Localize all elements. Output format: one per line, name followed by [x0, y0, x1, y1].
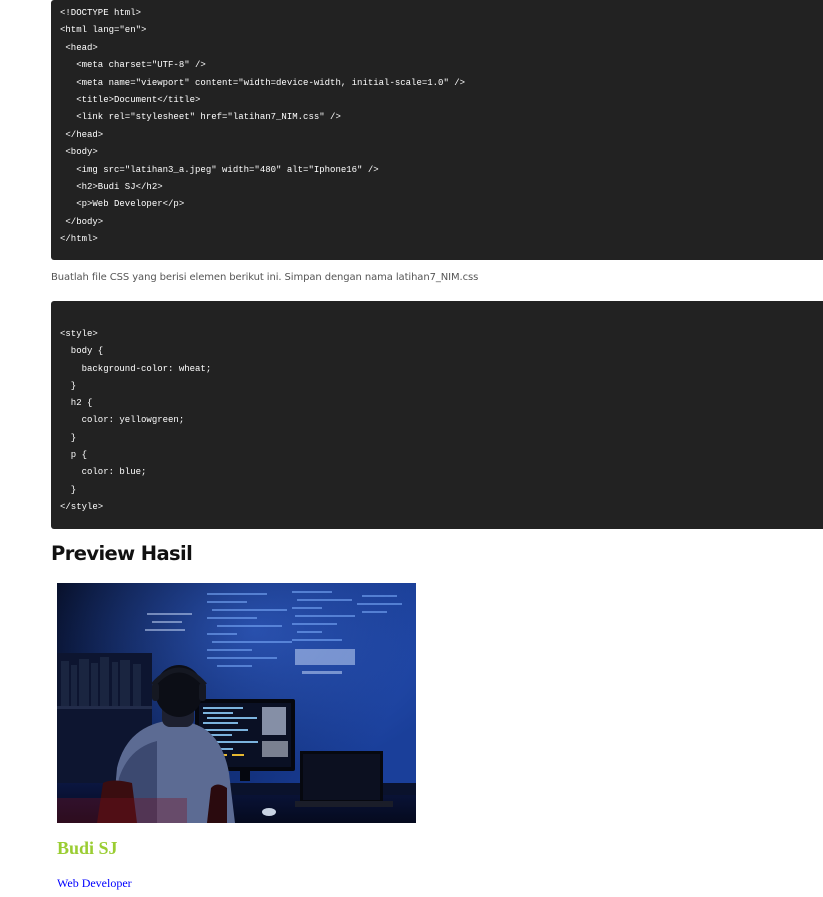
code-line: <h2>Budi SJ</h2> — [60, 181, 163, 192]
html-code-block: <!DOCTYPE html> <html lang="en"> <head> … — [51, 0, 823, 260]
instruction-text: Buatlah file CSS yang berisi elemen beri… — [51, 272, 479, 283]
preview-role-text: Web Developer — [57, 876, 132, 890]
preview-name-heading: Budi SJ — [57, 838, 118, 858]
code-line: background-color: wheat; — [60, 363, 212, 374]
code-line: </head> — [60, 129, 104, 140]
code-line: } — [60, 432, 77, 443]
code-line: color: yellowgreen; — [60, 415, 185, 426]
code-line: <style> — [60, 329, 98, 339]
code-line: <meta name="viewport" content="width=dev… — [60, 77, 466, 88]
code-line: color: blue; — [60, 467, 147, 478]
code-line: } — [60, 380, 77, 391]
code-line: <!DOCTYPE html> — [60, 8, 142, 18]
preview-image — [57, 583, 416, 823]
code-line: <img src="latihan3_a.jpeg" width="480" a… — [60, 164, 379, 175]
code-line: <html lang="en"> — [60, 25, 147, 36]
code-line: </html> — [60, 234, 98, 245]
code-line: <p>Web Developer</p> — [60, 199, 185, 210]
code-line: </body> — [60, 216, 104, 227]
code-line: body { — [60, 346, 104, 357]
code-line: <link rel="stylesheet" href="latihan7_NI… — [60, 112, 341, 123]
code-line: <meta charset="UTF-8" /> — [60, 60, 206, 71]
css-code-block: <style> body { background-color: wheat; … — [51, 301, 823, 529]
code-line: } — [60, 484, 77, 495]
section-title: Preview Hasil — [51, 542, 193, 565]
code-line: p { — [60, 450, 88, 461]
code-line: <head> — [60, 42, 98, 53]
code-line: <title>Document</title> — [60, 94, 201, 105]
code-line: </style> — [60, 501, 104, 512]
developer-photo-illustration — [57, 583, 416, 823]
code-line: h2 { — [60, 398, 93, 409]
code-line: <body> — [60, 147, 98, 158]
